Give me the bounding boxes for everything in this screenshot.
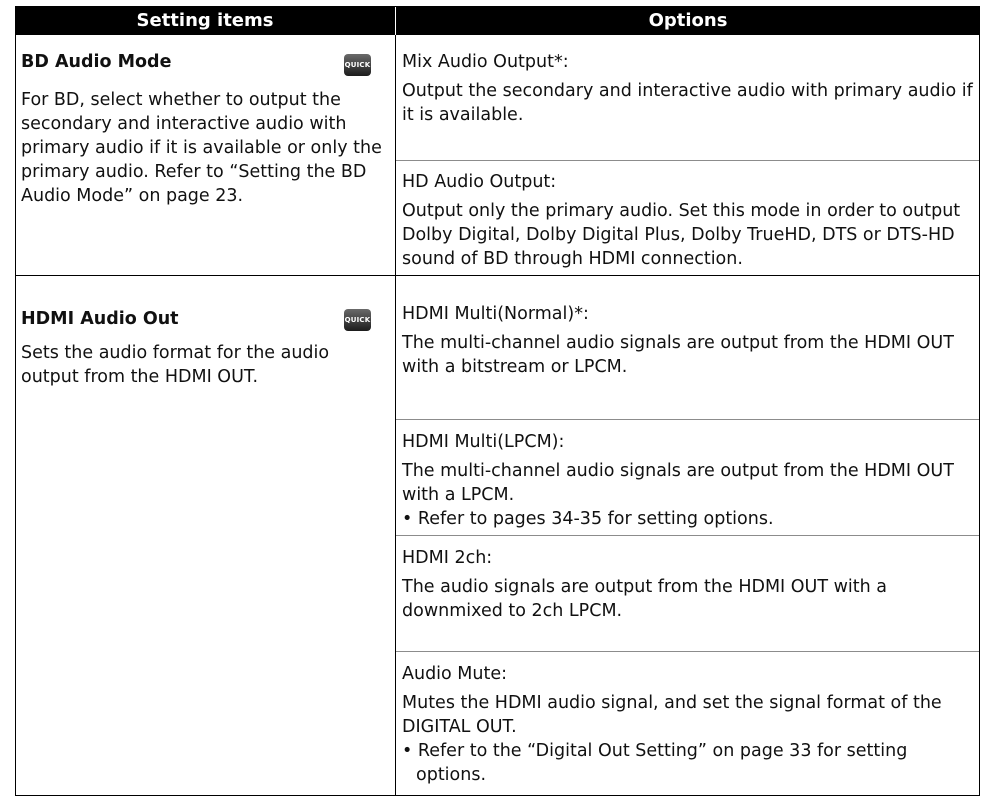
option-divider xyxy=(396,651,980,652)
option-note: • Refer to the “Digital Out Setting” on … xyxy=(402,741,908,785)
option-label: HD Audio Output: xyxy=(402,172,557,192)
header-divider xyxy=(395,6,396,35)
header-options: Options xyxy=(396,6,980,35)
option-description: Output the secondary and interactive aud… xyxy=(402,81,973,125)
quick-badge-icon: QUICK xyxy=(344,54,371,76)
option-description: Mutes the HDMI audio signal, and set the… xyxy=(402,693,942,737)
option-description: Output only the primary audio. Set this … xyxy=(402,201,961,269)
option-description: The multi-channel audio signals are outp… xyxy=(402,333,954,377)
option-label: HDMI 2ch: xyxy=(402,548,493,568)
setting-title: BD Audio Mode xyxy=(21,52,172,72)
option-label: HDMI Multi(LPCM): xyxy=(402,432,565,452)
quick-badge-icon: QUICK xyxy=(344,309,371,331)
column-divider xyxy=(395,35,396,795)
option-label: HDMI Multi(Normal)*: xyxy=(402,304,589,324)
settings-table: Setting items Options BD Audio Mode QUIC… xyxy=(15,6,980,796)
row-divider xyxy=(15,275,980,276)
option-divider xyxy=(396,535,980,536)
setting-title: HDMI Audio Out xyxy=(21,309,179,329)
header-setting-items: Setting items xyxy=(15,6,395,35)
option-label: Audio Mute: xyxy=(402,664,508,684)
option-description: The multi-channel audio signals are outp… xyxy=(402,461,954,505)
option-description: The audio signals are output from the HD… xyxy=(402,577,888,621)
option-divider xyxy=(396,419,980,420)
option-note: • Refer to pages 34-35 for setting optio… xyxy=(402,509,774,529)
setting-description: Sets the audio format for the audio outp… xyxy=(21,343,330,387)
setting-description: For BD, select whether to output the sec… xyxy=(21,90,382,206)
option-label: Mix Audio Output*: xyxy=(402,52,569,72)
option-divider xyxy=(396,160,980,161)
